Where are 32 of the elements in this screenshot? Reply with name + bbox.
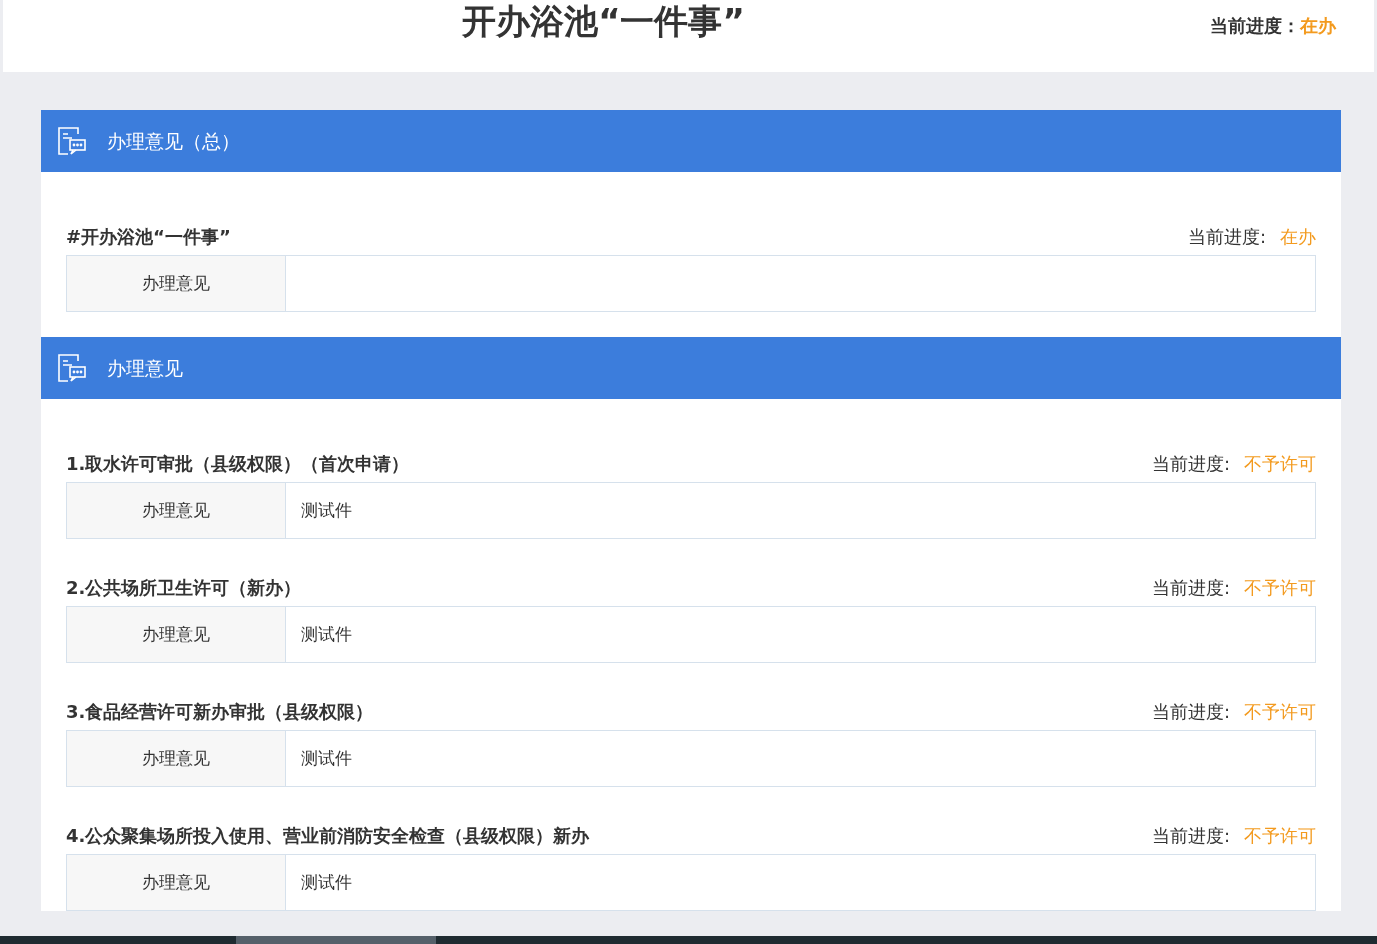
comment-board-icon <box>57 126 87 156</box>
progress-value: 不予许可 <box>1244 575 1316 600</box>
field-label: 办理意见 <box>142 622 210 646</box>
progress-label: 当前进度： <box>1210 15 1300 36</box>
section-title: 办理意见（总） <box>107 128 240 154</box>
item-title: 1.取水许可审批（县级权限）（首次申请） <box>66 451 410 476</box>
item-title: 2.公共场所卫生许可（新办） <box>66 575 302 600</box>
field-label: 办理意见 <box>142 746 210 770</box>
field-label: 办理意见 <box>142 271 210 295</box>
item-title: #开办浴池“一件事” <box>66 224 231 249</box>
comment-board-icon <box>57 353 87 383</box>
horizontal-scrollbar[interactable] <box>0 936 1377 944</box>
progress-label: 当前进度: <box>1151 451 1230 476</box>
progress-value: 不予许可 <box>1244 823 1316 848</box>
field-label: 办理意见 <box>142 870 210 894</box>
progress-label: 当前进度: <box>1151 699 1230 724</box>
field-value: 测试件 <box>301 746 352 770</box>
field-value: 测试件 <box>301 498 352 522</box>
progress-value: 在办 <box>1300 15 1336 36</box>
progress-label: 当前进度: <box>1151 823 1230 848</box>
progress-label: 当前进度: <box>1187 224 1266 249</box>
section-title: 办理意见 <box>107 355 183 381</box>
field-value: 测试件 <box>301 870 352 894</box>
page-title: 开办浴池“一件事” <box>462 4 745 38</box>
progress-value: 不予许可 <box>1244 699 1316 724</box>
field-label: 办理意见 <box>142 498 210 522</box>
item-title: 4.公众聚集场所投入使用、营业前消防安全检查（县级权限）新办 <box>66 823 590 848</box>
progress-value: 不予许可 <box>1244 451 1316 476</box>
progress-value: 在办 <box>1280 224 1316 249</box>
field-value: 测试件 <box>301 622 352 646</box>
progress-label: 当前进度: <box>1151 575 1230 600</box>
item-title: 3.食品经营许可新办审批（县级权限） <box>66 699 374 724</box>
